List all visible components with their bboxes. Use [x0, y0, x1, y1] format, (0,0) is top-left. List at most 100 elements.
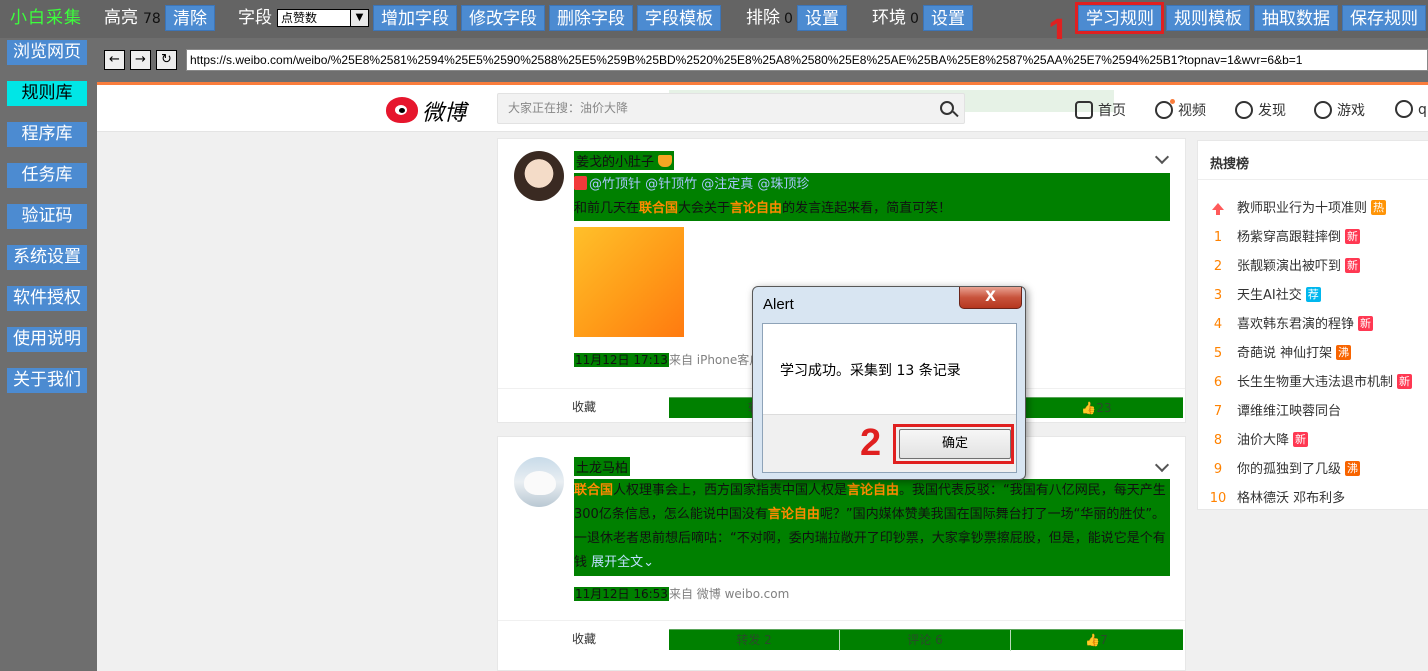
hot-search-item[interactable]: 3 天生AI社交荐 [1209, 286, 1321, 306]
sidebar-item-rules[interactable]: 规则库 [7, 81, 87, 106]
nav-discover[interactable]: 发现 [1235, 100, 1286, 120]
hot-search-item[interactable]: 4 喜欢韩东君演的程铮新 [1209, 315, 1374, 335]
hot-search-item[interactable]: 7 谭维维江映蓉同台 [1209, 402, 1341, 422]
post-text: 联合国人权理事会上，西方国家指责中国人权是言论自由。我国代表反驳：“我国有八亿网… [574, 479, 1170, 576]
post-image[interactable] [574, 227, 684, 337]
new-badge: 新 [1345, 229, 1361, 244]
delete-field-button[interactable]: 删除字段 [549, 5, 633, 31]
comment-button[interactable]: 评论 6 [840, 630, 1011, 651]
browser-navbar: ← → ↻ https://s.weibo.com/weibo/%25E8%25… [97, 39, 1428, 82]
actions-highlight: 转发 2 评论 6 👍7 [669, 629, 1183, 651]
gift-icon [574, 176, 587, 190]
weibo-logo-text: 微博 [422, 101, 467, 126]
new-badge: 新 [1358, 316, 1374, 331]
sidebar-item-programs[interactable]: 程序库 [7, 122, 87, 147]
hot-badge: 热 [1371, 200, 1387, 215]
pin-top-icon [1212, 203, 1224, 215]
extract-data-button[interactable]: 抽取数据 [1254, 5, 1338, 31]
alert-title: Alert [763, 296, 794, 313]
exclude-settings-button[interactable]: 设置 [797, 5, 847, 31]
avatar[interactable] [514, 457, 564, 507]
alert-message: 学习成功。采集到 13 条记录 [780, 363, 961, 379]
refresh-button[interactable]: ↻ [156, 50, 177, 70]
recommend-badge: 荐 [1305, 287, 1321, 302]
post-username[interactable]: 土龙马柏 [574, 457, 631, 476]
back-button[interactable]: ← [104, 50, 125, 70]
add-field-button[interactable]: 增加字段 [373, 5, 457, 31]
field-template-button[interactable]: 字段模板 [637, 5, 721, 31]
expand-full-text-link[interactable]: 展开全文⌄ [591, 555, 654, 570]
post-time[interactable]: 11月12日 17:13 [574, 353, 669, 367]
hot-search-item[interactable]: 6 长生生物重大违法退市机制新 [1209, 373, 1413, 393]
hot-search-item[interactable]: 教师职业行为十项准则热 [1209, 199, 1387, 219]
field-select-value: 点赞数 [281, 11, 318, 25]
compass-icon [1235, 101, 1253, 119]
sidebar-item-manual[interactable]: 使用说明 [7, 327, 87, 352]
sidebar-item-browse[interactable]: 浏览网页 [7, 40, 87, 65]
url-input[interactable]: https://s.weibo.com/weibo/%25E8%2581%259… [186, 49, 1428, 71]
post-source: 来自 微博 weibo.com [668, 587, 790, 601]
chevron-down-icon[interactable] [1154, 149, 1170, 165]
favorite-button[interactable]: 收藏 [572, 398, 596, 415]
hot-search-item[interactable]: 9 你的孤独到了几级沸 [1209, 460, 1361, 480]
nav-user[interactable]: q [1395, 100, 1427, 118]
post-time[interactable]: 11月12日 16:53 [574, 587, 669, 601]
weibo-search-input[interactable]: 大家正在搜：油价大降 [497, 93, 965, 124]
env-settings-button[interactable]: 设置 [923, 5, 973, 31]
close-icon: X [985, 289, 996, 305]
rule-template-button[interactable]: 规则模板 [1166, 5, 1250, 31]
nav-video[interactable]: 视频 [1155, 99, 1206, 120]
sidebar-item-captcha[interactable]: 验证码 [7, 204, 87, 229]
search-icon[interactable] [940, 101, 954, 115]
like-button[interactable]: 👍7 [1011, 630, 1182, 651]
sidebar-item-license[interactable]: 软件授权 [7, 286, 87, 311]
post-text: @竹顶针 @针顶竹 @注定真 @珠顶珍 和前几天在联合国大会关于言论自由的发言连… [574, 173, 1170, 221]
modify-field-button[interactable]: 修改字段 [461, 5, 545, 31]
repost-button[interactable]: 转发 2 [669, 630, 840, 651]
nav-games-label: 游戏 [1337, 103, 1365, 119]
weibo-eye-icon [386, 97, 418, 123]
hot-search-item[interactable]: 10 格林德沃 邓布利多 [1209, 489, 1345, 509]
highlight-count: 78 [143, 11, 161, 27]
hot-search-item[interactable]: 2 张靓颖演出被吓到新 [1209, 257, 1361, 277]
hot-search-item[interactable]: 1 杨紫穿高跟鞋摔倒新 [1209, 228, 1361, 248]
env-label: 环境 [872, 8, 906, 28]
crown-icon [658, 155, 673, 167]
field-label: 字段 [238, 8, 272, 28]
clear-highlight-button[interactable]: 清除 [165, 5, 215, 31]
step2-highlight-box [893, 424, 1014, 464]
highlight-label: 高亮 [104, 8, 138, 28]
new-badge: 新 [1345, 258, 1361, 273]
weibo-header: 微博 大家正在搜：油价大降 首页 视频 发现 游戏 q [97, 85, 1428, 132]
like-button[interactable]: 👍23 [1011, 398, 1182, 419]
post-username[interactable]: 姜戈的小肚子 [574, 151, 675, 170]
sidebar-item-about[interactable]: 关于我们 [7, 368, 87, 393]
hot-search-item[interactable]: 8 油价大降新 [1209, 431, 1309, 451]
hot-search-item[interactable]: 5 奇葩说 神仙打架沸 [1209, 344, 1352, 364]
new-badge: 新 [1293, 432, 1309, 447]
new-badge: 新 [1397, 374, 1413, 389]
nav-home-label: 首页 [1098, 103, 1126, 119]
field-select[interactable]: 点赞数 ▼ [277, 9, 369, 27]
nav-games[interactable]: 游戏 [1314, 100, 1365, 120]
app-title: 小白采集 [10, 8, 82, 28]
boiling-badge: 沸 [1345, 461, 1361, 476]
step1-highlight-box [1075, 2, 1164, 34]
user-icon [1395, 100, 1413, 118]
divider [1198, 179, 1428, 180]
video-icon [1155, 99, 1175, 119]
like-count: 23 [1096, 401, 1112, 415]
post-mentions[interactable]: @竹顶针 @针顶竹 @注定真 @珠顶珍 [589, 177, 809, 192]
forward-button[interactable]: → [130, 50, 151, 70]
sidebar-item-settings[interactable]: 系统设置 [7, 245, 87, 270]
post-meta: 11月12日 17:13来自 iPhone客户 [574, 351, 761, 368]
avatar[interactable] [514, 151, 564, 201]
chevron-down-icon[interactable] [1154, 457, 1170, 473]
favorite-button[interactable]: 收藏 [572, 630, 596, 647]
env-count: 0 [910, 11, 919, 27]
sidebar-item-tasks[interactable]: 任务库 [7, 163, 87, 188]
nav-home[interactable]: 首页 [1075, 100, 1126, 120]
close-button[interactable]: X [959, 287, 1022, 309]
save-rules-button[interactable]: 保存规则 [1342, 5, 1426, 31]
search-placeholder: 大家正在搜：油价大降 [508, 101, 629, 115]
